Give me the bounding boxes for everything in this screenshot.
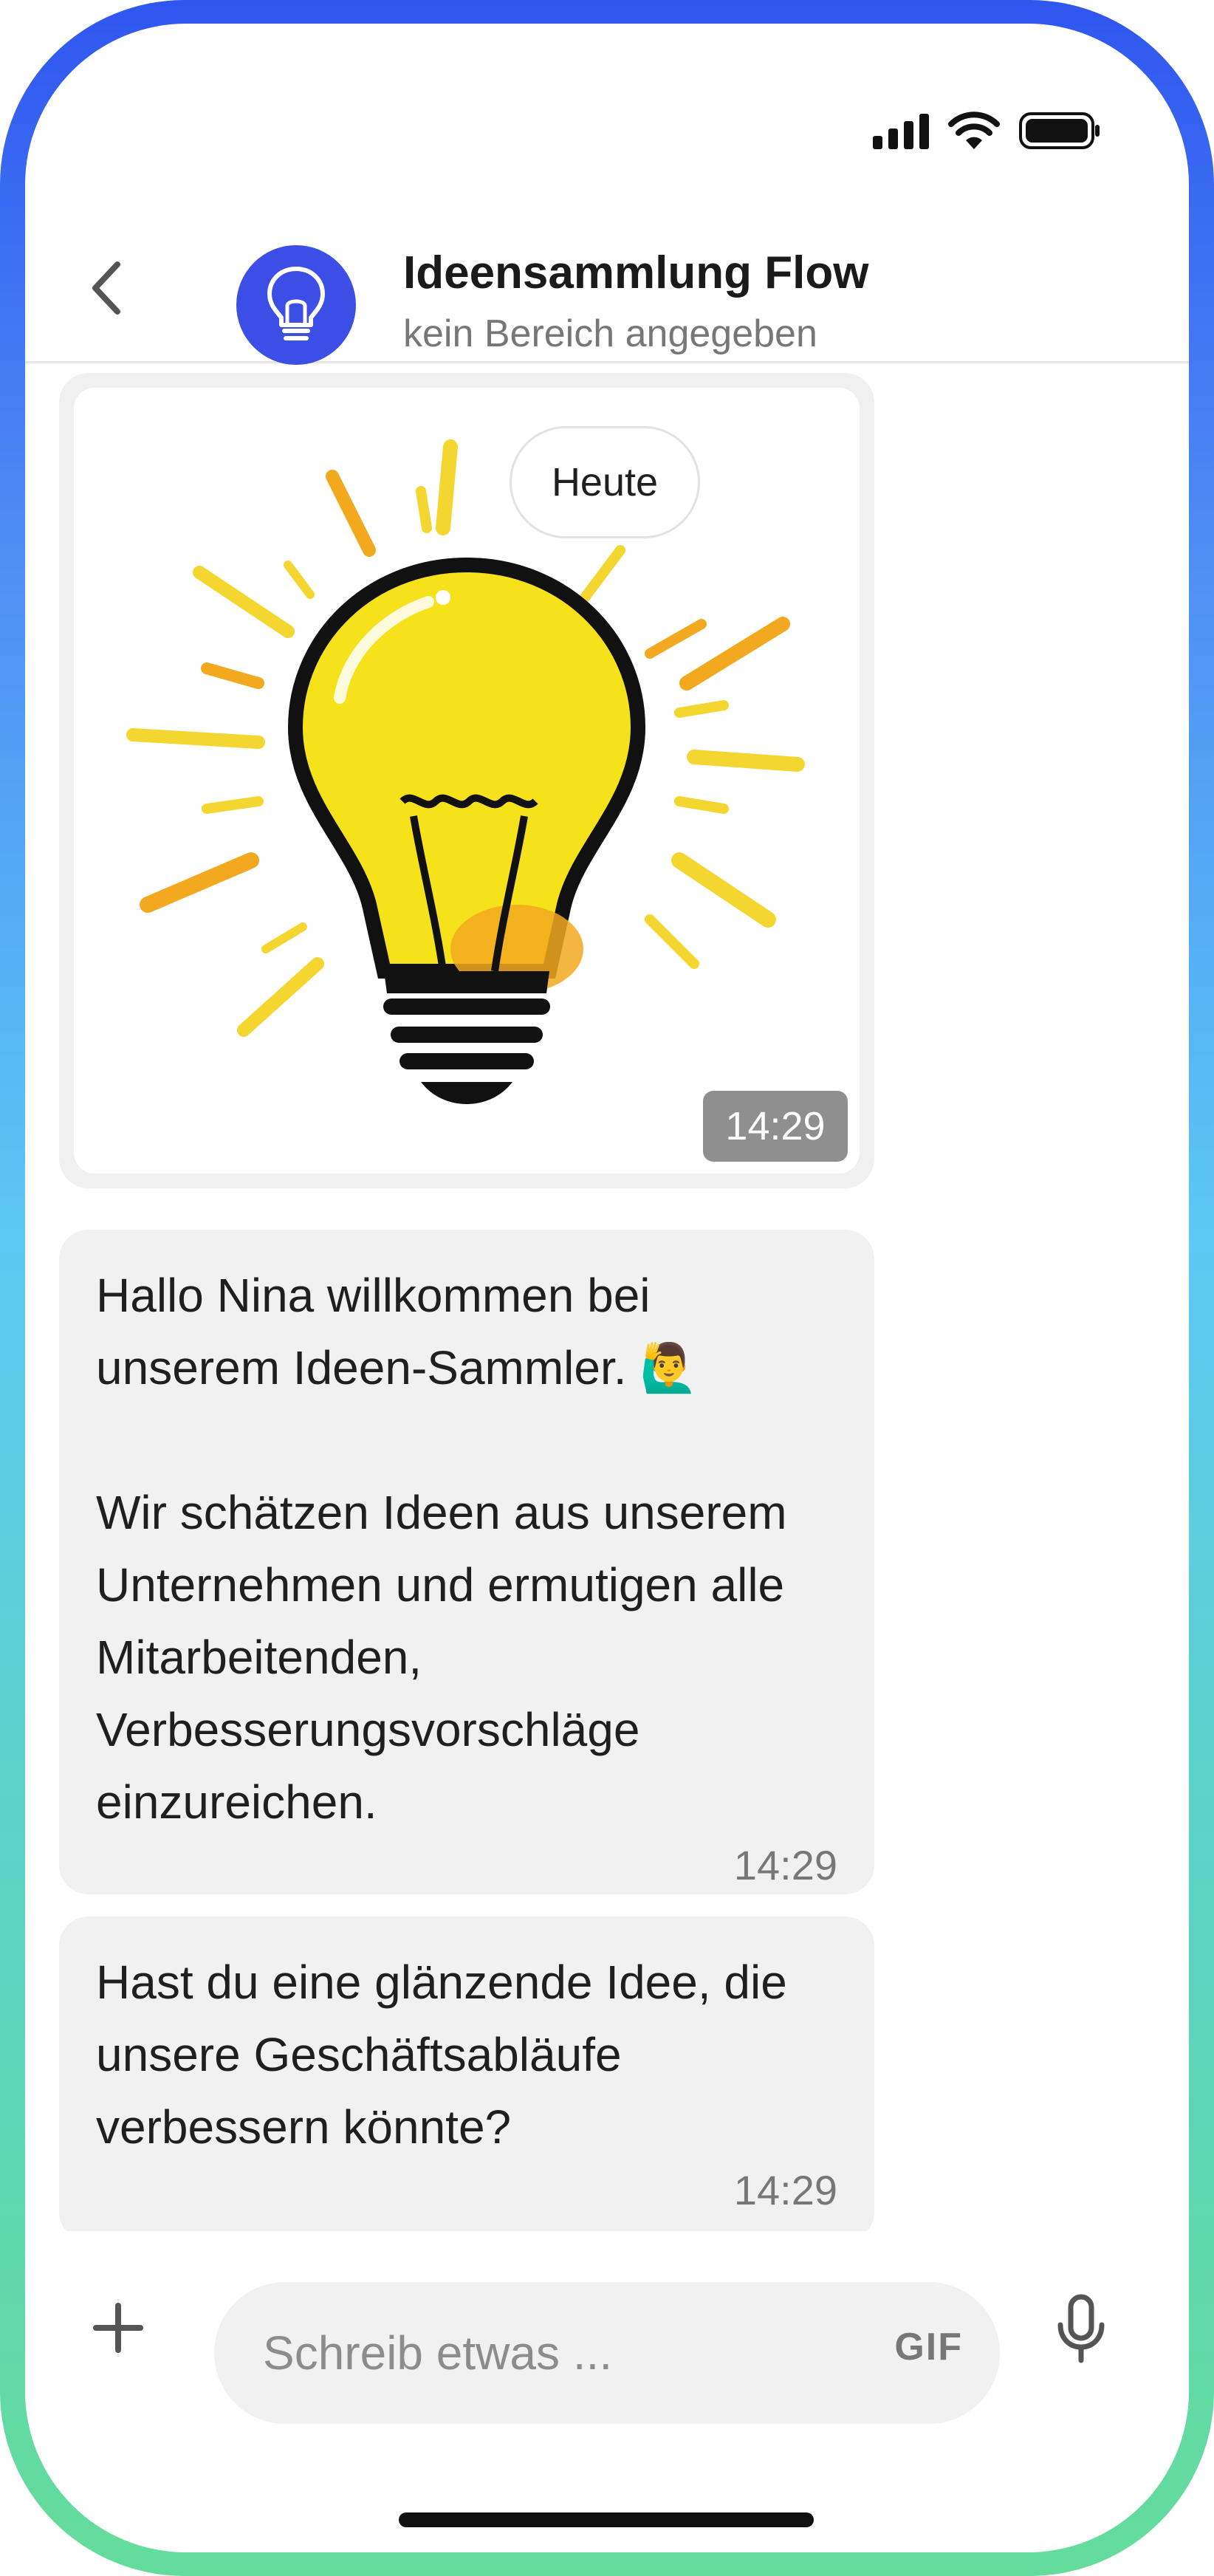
message-text: Hallo Nina willkommen bei unserem Ideen-… [96, 1269, 787, 1829]
message-input-container: GIF [214, 2282, 1000, 2424]
cellular-signal-icon [873, 112, 929, 149]
gif-button[interactable]: GIF [894, 2325, 963, 2369]
message-timestamp: 14:29 [733, 1842, 837, 1888]
add-attachment-button[interactable] [81, 2291, 155, 2365]
date-separator: Heute [510, 426, 700, 538]
message-timestamp: 14:29 [733, 2167, 837, 2213]
message-timestamp: 14:29 [703, 1091, 848, 1162]
message-bubble[interactable]: Hast du eine glänzende Idee, die unsere … [59, 1916, 874, 2231]
wifi-icon [948, 112, 1000, 149]
message-text: Hast du eine glänzende Idee, die unsere … [96, 1956, 787, 2154]
message-composer: GIF [25, 2247, 1189, 2424]
image-message[interactable]: Heute 14:29 [59, 373, 874, 1188]
chat-title: Ideensammlung Flow [403, 247, 869, 298]
home-indicator[interactable] [399, 2512, 814, 2527]
back-button[interactable] [77, 258, 136, 318]
avatar[interactable] [236, 245, 356, 365]
app-screen: Ideensammlung Flow kein Bereich angegebe… [25, 24, 1189, 2552]
message-bubble[interactable]: Hallo Nina willkommen bei unserem Ideen-… [59, 1230, 874, 1894]
message-list[interactable]: Heute 14:29 Hallo Nina willkommen bei un… [25, 366, 1189, 2231]
chevron-left-icon [92, 261, 120, 315]
message-input[interactable] [263, 2326, 824, 2380]
lightbulb-image-frame: Heute 14:29 [74, 388, 860, 1174]
chat-header: Ideensammlung Flow kein Bereich angegebe… [25, 216, 1189, 365]
lightbulb-icon [267, 267, 325, 340]
voice-message-button[interactable] [1044, 2292, 1118, 2366]
status-bar [873, 111, 1102, 151]
microphone-icon [1057, 2294, 1105, 2363]
device-frame: Ideensammlung Flow kein Bereich angegebe… [0, 0, 1214, 2576]
battery-icon [1019, 112, 1100, 149]
plus-icon [93, 2303, 143, 2353]
chat-subtitle: kein Bereich angegeben [403, 312, 817, 355]
lightbulb-illustration [126, 439, 805, 1104]
